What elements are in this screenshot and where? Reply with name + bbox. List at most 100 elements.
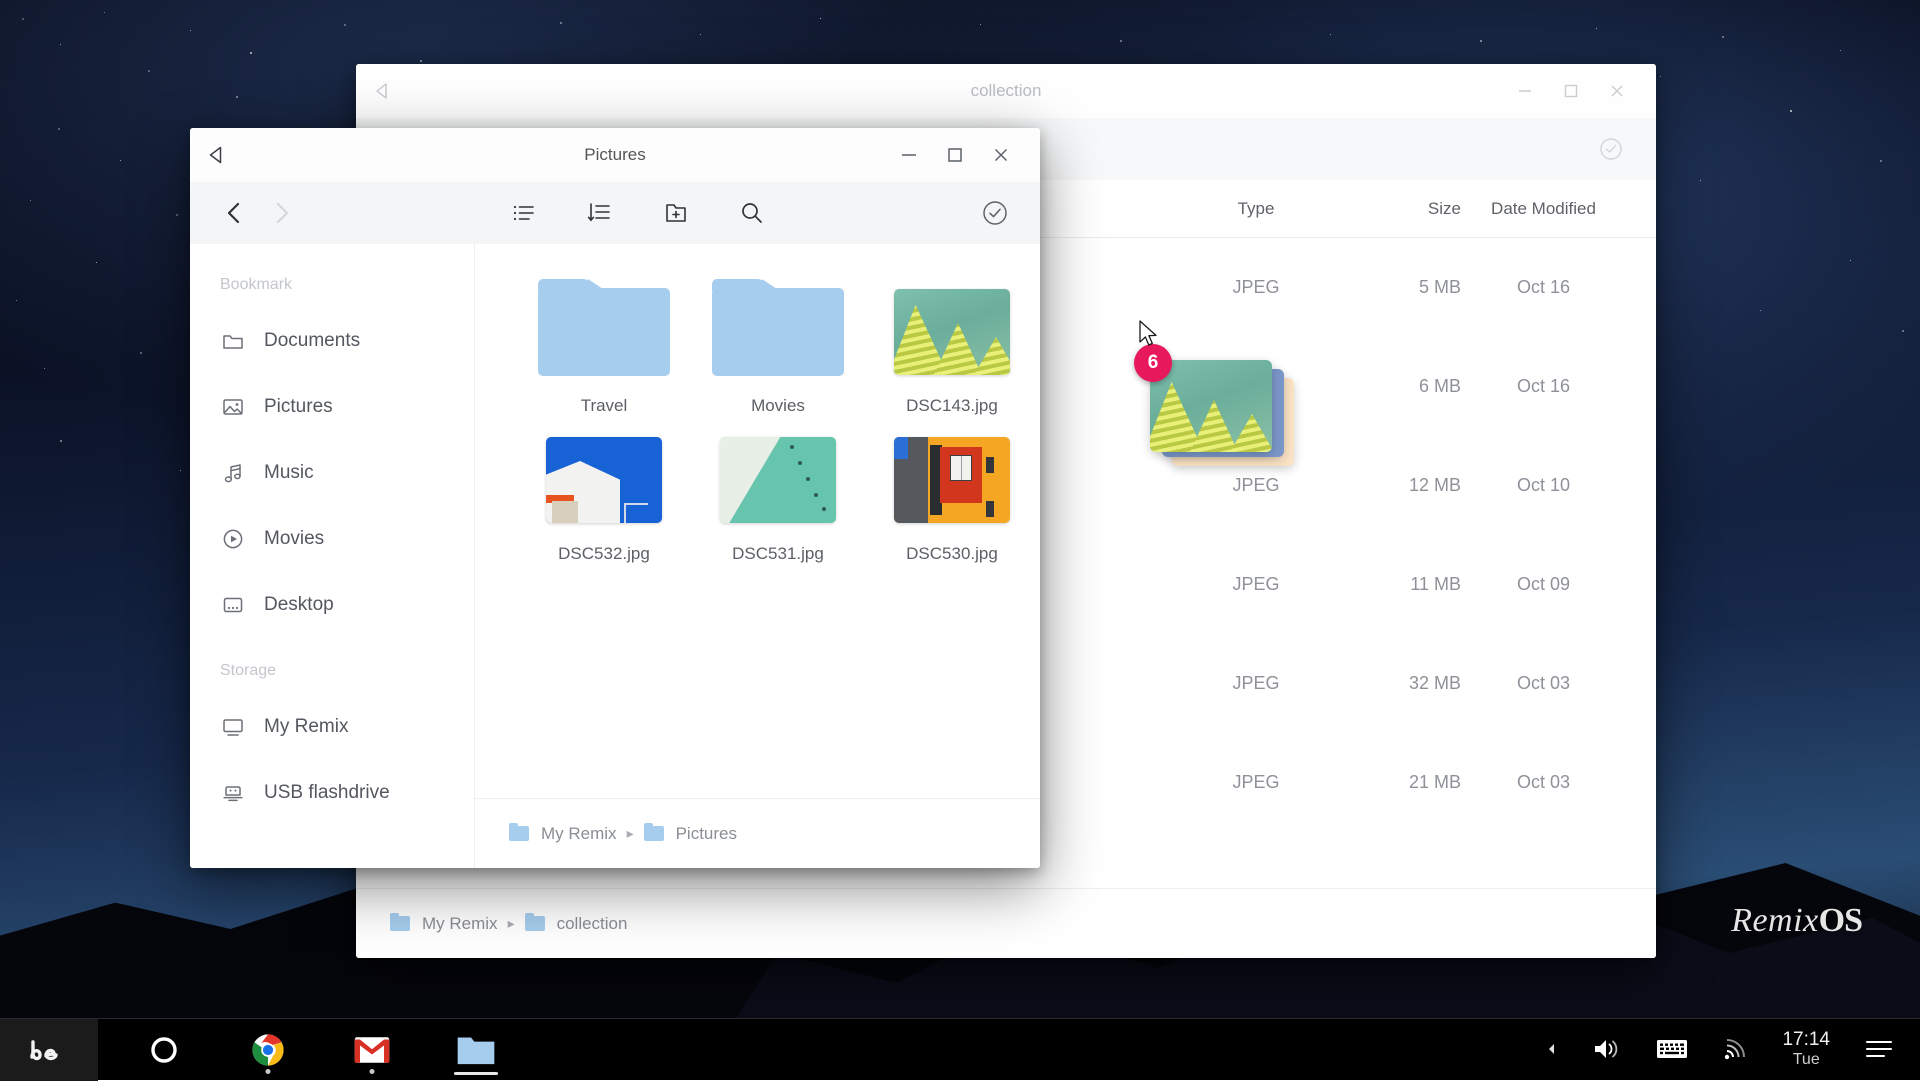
- taskbar-apps[interactable]: [98, 1019, 504, 1081]
- star: [30, 200, 31, 201]
- sort-button[interactable]: [577, 190, 623, 236]
- collection-titlebar[interactable]: collection: [356, 64, 1656, 118]
- taskbar-clock[interactable]: 17:14 Tue: [1782, 1029, 1830, 1069]
- taskbar-app-gmail[interactable]: [344, 1019, 400, 1081]
- drag-thumb-peak-c: [1230, 414, 1272, 452]
- collection-back-button[interactable]: [356, 64, 410, 118]
- pictures-titlebar[interactable]: Pictures: [190, 128, 1040, 182]
- monitor-icon: [220, 714, 246, 740]
- keyboard-icon: [1656, 1038, 1688, 1060]
- sidebar-item-documents[interactable]: Documents: [190, 308, 474, 374]
- star: [420, 60, 422, 62]
- taskbar[interactable]: 17:14 Tue: [0, 1018, 1920, 1080]
- star: [1722, 36, 1724, 38]
- maximize-icon: [944, 144, 966, 166]
- star: [1660, 76, 1661, 77]
- volume-icon: [1592, 1036, 1622, 1062]
- star: [148, 70, 150, 72]
- collection-select-mode-button[interactable]: [1588, 126, 1634, 172]
- tray-menu-button[interactable]: [1864, 1038, 1894, 1060]
- breadcrumb-item[interactable]: My Remix: [390, 914, 498, 934]
- nav-forward-button[interactable]: [258, 190, 304, 236]
- file-tile[interactable]: DSC532.jpg: [517, 426, 691, 564]
- pictures-content: Travel Movies DSC143.jpg DSC532.jpg: [475, 244, 1040, 868]
- folder-icon: [390, 916, 410, 931]
- pictures-back-button[interactable]: [190, 128, 244, 182]
- taskbar-app-chrome[interactable]: [240, 1019, 296, 1081]
- column-header-type[interactable]: Type: [1181, 199, 1331, 219]
- pictures-window[interactable]: Pictures: [190, 128, 1040, 868]
- pictures-close-button[interactable]: [978, 132, 1024, 178]
- collection-breadcrumb[interactable]: My Remix ▸ collection: [356, 888, 1656, 958]
- star: [1480, 40, 1482, 42]
- close-icon: [1607, 81, 1627, 101]
- sidebar-item-my remix[interactable]: My Remix: [190, 694, 474, 760]
- pictures-maximize-button[interactable]: [932, 132, 978, 178]
- pictures-sidebar[interactable]: Bookmark Documents Pictures Music Movies…: [190, 244, 475, 868]
- hamburger-menu-icon: [1864, 1038, 1894, 1060]
- star: [120, 160, 121, 161]
- breadcrumb-label: Pictures: [676, 824, 737, 844]
- row-type: JPEG: [1181, 277, 1331, 298]
- sidebar-item-pictures[interactable]: Pictures: [190, 374, 474, 440]
- row-date: Oct 03: [1461, 772, 1626, 793]
- taskbar-app-assistant[interactable]: [136, 1019, 192, 1081]
- collection-minimize-button[interactable]: [1502, 68, 1548, 114]
- breadcrumb-separator: ▸: [508, 915, 515, 932]
- pictures-toolbar[interactable]: [190, 182, 1040, 244]
- pictures-breadcrumb[interactable]: My Remix ▸ Pictures: [475, 798, 1040, 868]
- column-header-date-modified[interactable]: Date Modified: [1461, 199, 1626, 219]
- desktop-wallpaper: RemixOS collection: [0, 0, 1920, 1080]
- new-folder-button[interactable]: [653, 190, 699, 236]
- tray-wifi-button[interactable]: [1722, 1036, 1748, 1062]
- star: [1120, 40, 1122, 42]
- pictures-minimize-button[interactable]: [886, 132, 932, 178]
- tray-keyboard-button[interactable]: [1656, 1038, 1688, 1060]
- new-folder-icon: [663, 200, 689, 226]
- sidebar-item-movies[interactable]: Movies: [190, 506, 474, 572]
- sidebar-item-desktop[interactable]: Desktop: [190, 572, 474, 638]
- sidebar-item-label: Desktop: [264, 594, 334, 616]
- taskbar-app-files[interactable]: [448, 1019, 504, 1081]
- star: [58, 128, 60, 130]
- collection-close-button[interactable]: [1594, 68, 1640, 114]
- tray-volume-button[interactable]: [1592, 1036, 1622, 1062]
- pictures-window-controls[interactable]: [886, 132, 1040, 178]
- check-circle-icon: [1598, 136, 1624, 162]
- chrome-icon: [251, 1033, 285, 1067]
- search-button[interactable]: [729, 190, 775, 236]
- system-tray[interactable]: 17:14 Tue: [1546, 1029, 1920, 1069]
- select-mode-button[interactable]: [972, 190, 1018, 236]
- row-type: JPEG: [1181, 574, 1331, 595]
- breadcrumb-item[interactable]: collection: [525, 914, 628, 934]
- sidebar-item-usb flashdrive[interactable]: USB flashdrive: [190, 760, 474, 826]
- wifi-icon: [1722, 1036, 1748, 1062]
- file-tile[interactable]: DSC143.jpg: [865, 278, 1039, 416]
- column-header-size[interactable]: Size: [1331, 199, 1461, 219]
- back-triangle-icon: [206, 144, 228, 166]
- nav-back-button[interactable]: [212, 190, 258, 236]
- collection-window-controls[interactable]: [1502, 68, 1656, 114]
- remix-logo-icon[interactable]: [0, 1019, 98, 1081]
- thumb-shape: [790, 445, 794, 449]
- row-type: JPEG: [1181, 475, 1331, 496]
- file-tile[interactable]: DSC531.jpg: [691, 426, 865, 564]
- file-tile[interactable]: Movies: [691, 278, 865, 416]
- file-tile[interactable]: DSC530.jpg: [865, 426, 1039, 564]
- thumb-shape: [798, 461, 802, 465]
- breadcrumb-item[interactable]: Pictures: [644, 824, 737, 844]
- view-list-button[interactable]: [501, 190, 547, 236]
- tray-expand-button[interactable]: [1546, 1042, 1558, 1056]
- sidebar-item-music[interactable]: Music: [190, 440, 474, 506]
- pictures-toolbar-actions[interactable]: [501, 190, 775, 236]
- taskbar-active-indicator: [454, 1072, 498, 1075]
- drag-ghost-stack[interactable]: 6: [1150, 360, 1300, 470]
- star: [60, 44, 61, 45]
- file-grid[interactable]: Travel Movies DSC143.jpg DSC532.jpg: [475, 244, 1040, 798]
- breadcrumb-item[interactable]: My Remix: [509, 824, 617, 844]
- file-thumbnail-wrap: [691, 278, 865, 386]
- collection-maximize-button[interactable]: [1548, 68, 1594, 114]
- row-date: Oct 03: [1461, 673, 1626, 694]
- assistant-circle-icon: [148, 1034, 180, 1066]
- file-tile[interactable]: Travel: [517, 278, 691, 416]
